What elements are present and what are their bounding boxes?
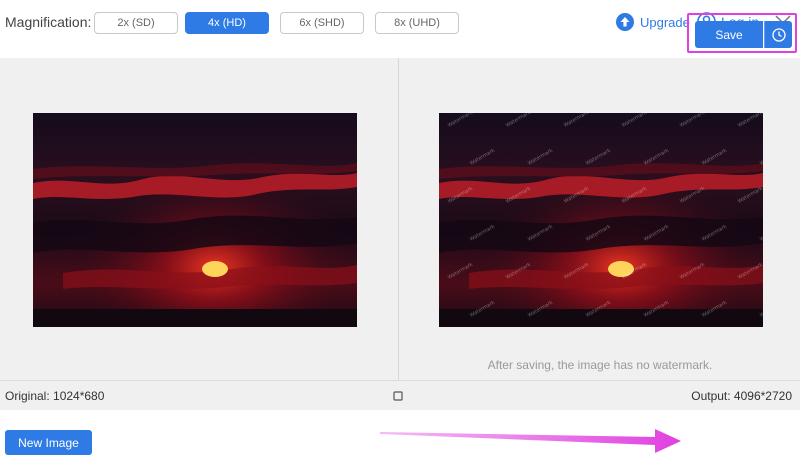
output-image: Watermark Watermark Watermark Watermark Wate… [439,113,763,327]
save-button[interactable]: Save [695,21,763,48]
upgrade-button[interactable]: Upgrade [616,13,690,31]
top-toolbar: Magnification: 2x (SD) 4x (HD) 6x (SHD) … [0,0,800,46]
arrow-up-circle-icon [616,13,634,31]
history-button[interactable] [764,21,792,48]
output-resolution: Output: 4096*2720 [691,389,792,403]
preview-area: Watermark Watermark Watermark Watermark Wate… [0,58,800,380]
upgrade-label: Upgrade [640,14,690,30]
bottom-bar: New Image [0,410,800,467]
new-image-button[interactable]: New Image [5,430,92,455]
preview-divider [398,58,399,380]
info-bar: Original: 1024*680 Output: 4096*2720 [0,380,800,410]
clock-icon [771,27,786,42]
magnification-4x-button[interactable]: 4x (HD) [185,12,269,34]
magnification-label: Magnification: [5,14,92,30]
magnification-8x-button[interactable]: 8x (UHD) [375,12,459,34]
square-icon[interactable] [393,391,403,401]
magnification-6x-button[interactable]: 6x (SHD) [280,12,364,34]
original-image [33,113,357,327]
watermark-note: After saving, the image has no watermark… [487,358,713,372]
magnification-2x-button[interactable]: 2x (SD) [94,12,178,34]
original-resolution: Original: 1024*680 [5,389,105,403]
